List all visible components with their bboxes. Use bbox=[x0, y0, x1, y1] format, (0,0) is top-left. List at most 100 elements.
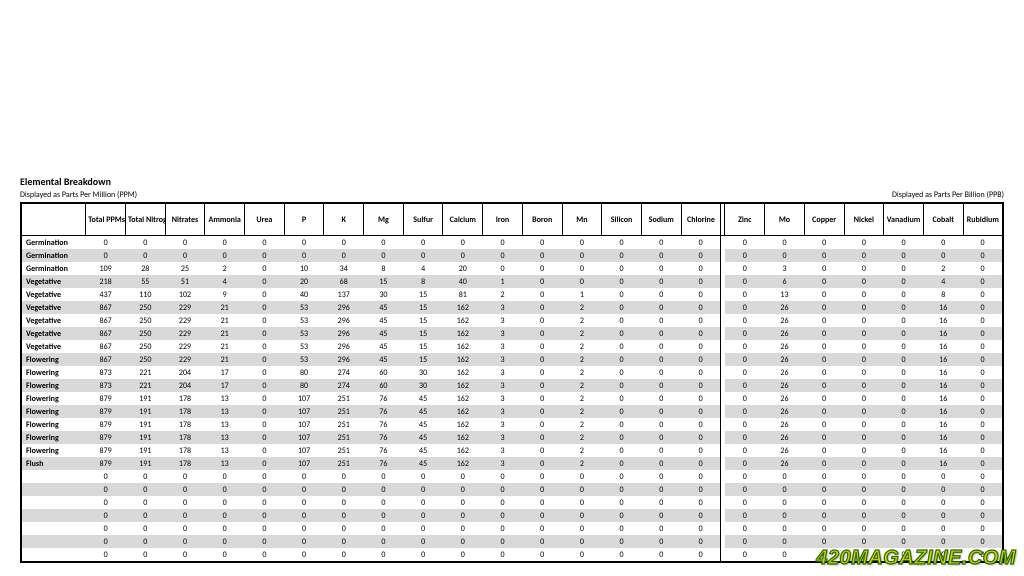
stage-cell: Vegetative bbox=[21, 288, 86, 301]
value-cell: 0 bbox=[641, 249, 681, 262]
value-cell: 0 bbox=[765, 509, 805, 522]
table-row: Vegetative867250229210532964515162302000… bbox=[21, 327, 1003, 340]
column-header: Total Nitrogen bbox=[125, 203, 165, 236]
stage-cell: Flowering bbox=[21, 405, 86, 418]
value-cell: 3 bbox=[483, 301, 523, 314]
value-cell: 0 bbox=[522, 431, 562, 444]
value-cell: 0 bbox=[165, 509, 205, 522]
value-cell: 2 bbox=[562, 366, 602, 379]
value-cell: 76 bbox=[364, 405, 404, 418]
value-cell: 0 bbox=[844, 340, 884, 353]
value-cell: 76 bbox=[364, 418, 404, 431]
value-cell: 0 bbox=[681, 548, 721, 562]
table-row: Flowering8791911781301072517645162302000… bbox=[21, 444, 1003, 457]
value-cell: 0 bbox=[725, 457, 765, 470]
value-cell: 107 bbox=[284, 392, 324, 405]
value-cell: 0 bbox=[641, 301, 681, 314]
elemental-table: Total PPMsTotal NitrogenNitratesAmmoniaU… bbox=[20, 202, 1004, 563]
value-cell: 13 bbox=[205, 392, 245, 405]
value-cell: 0 bbox=[443, 496, 483, 509]
value-cell: 0 bbox=[125, 509, 165, 522]
value-cell: 162 bbox=[443, 314, 483, 327]
value-cell: 0 bbox=[804, 340, 844, 353]
value-cell: 107 bbox=[284, 405, 324, 418]
value-cell: 0 bbox=[324, 470, 364, 483]
value-cell: 0 bbox=[364, 535, 404, 548]
value-cell: 60 bbox=[364, 379, 404, 392]
value-cell: 0 bbox=[245, 366, 285, 379]
value-cell: 0 bbox=[725, 509, 765, 522]
value-cell: 0 bbox=[725, 262, 765, 275]
value-cell: 0 bbox=[963, 379, 1003, 392]
value-cell: 0 bbox=[641, 457, 681, 470]
value-cell: 0 bbox=[725, 236, 765, 250]
value-cell: 2 bbox=[562, 353, 602, 366]
value-cell: 0 bbox=[602, 535, 642, 548]
value-cell: 26 bbox=[765, 314, 805, 327]
value-cell: 16 bbox=[923, 353, 963, 366]
value-cell: 0 bbox=[923, 470, 963, 483]
value-cell: 229 bbox=[165, 301, 205, 314]
value-cell: 0 bbox=[804, 431, 844, 444]
table-row: Germination00000000000000000000000 bbox=[21, 236, 1003, 250]
value-cell: 16 bbox=[923, 431, 963, 444]
value-cell: 0 bbox=[602, 431, 642, 444]
value-cell: 0 bbox=[284, 483, 324, 496]
value-cell: 0 bbox=[963, 275, 1003, 288]
value-cell: 0 bbox=[844, 314, 884, 327]
value-cell: 16 bbox=[923, 366, 963, 379]
value-cell: 0 bbox=[804, 366, 844, 379]
value-cell: 0 bbox=[681, 522, 721, 535]
value-cell: 0 bbox=[884, 327, 924, 340]
value-cell: 2 bbox=[562, 340, 602, 353]
value-cell: 250 bbox=[125, 301, 165, 314]
value-cell: 0 bbox=[844, 392, 884, 405]
value-cell: 45 bbox=[403, 405, 443, 418]
column-header: Rubidium bbox=[963, 203, 1003, 236]
value-cell: 0 bbox=[562, 548, 602, 562]
value-cell: 0 bbox=[844, 301, 884, 314]
value-cell: 45 bbox=[403, 392, 443, 405]
value-cell: 16 bbox=[923, 405, 963, 418]
value-cell: 109 bbox=[86, 262, 126, 275]
value-cell: 26 bbox=[765, 379, 805, 392]
value-cell: 0 bbox=[844, 522, 884, 535]
value-cell: 0 bbox=[765, 470, 805, 483]
value-cell: 0 bbox=[725, 275, 765, 288]
table-row: 00000000000000000000000 bbox=[21, 483, 1003, 496]
value-cell: 296 bbox=[324, 301, 364, 314]
value-cell: 879 bbox=[86, 405, 126, 418]
value-cell: 0 bbox=[884, 249, 924, 262]
value-cell: 867 bbox=[86, 314, 126, 327]
stage-cell: Vegetative bbox=[21, 314, 86, 327]
value-cell: 0 bbox=[963, 353, 1003, 366]
value-cell: 0 bbox=[804, 262, 844, 275]
value-cell: 162 bbox=[443, 353, 483, 366]
value-cell: 0 bbox=[681, 301, 721, 314]
value-cell: 0 bbox=[963, 483, 1003, 496]
value-cell: 0 bbox=[483, 535, 523, 548]
value-cell: 0 bbox=[884, 379, 924, 392]
value-cell: 28 bbox=[125, 262, 165, 275]
value-cell: 0 bbox=[963, 405, 1003, 418]
value-cell: 162 bbox=[443, 405, 483, 418]
value-cell: 229 bbox=[165, 353, 205, 366]
value-cell: 0 bbox=[364, 470, 404, 483]
value-cell: 0 bbox=[245, 288, 285, 301]
value-cell: 0 bbox=[403, 496, 443, 509]
table-row: Flowering8732212041708027460301623020000… bbox=[21, 366, 1003, 379]
value-cell: 0 bbox=[443, 535, 483, 548]
value-cell: 0 bbox=[725, 431, 765, 444]
stage-cell: Vegetative bbox=[21, 327, 86, 340]
value-cell: 8 bbox=[364, 262, 404, 275]
value-cell: 15 bbox=[403, 288, 443, 301]
value-cell: 21 bbox=[205, 340, 245, 353]
value-cell: 0 bbox=[804, 288, 844, 301]
value-cell: 0 bbox=[963, 340, 1003, 353]
stage-cell: Germination bbox=[21, 262, 86, 275]
column-header: Sulfur bbox=[403, 203, 443, 236]
table-row: Vegetative867250229210532964515162302000… bbox=[21, 314, 1003, 327]
value-cell: 0 bbox=[245, 340, 285, 353]
value-cell: 0 bbox=[681, 392, 721, 405]
value-cell: 0 bbox=[725, 327, 765, 340]
